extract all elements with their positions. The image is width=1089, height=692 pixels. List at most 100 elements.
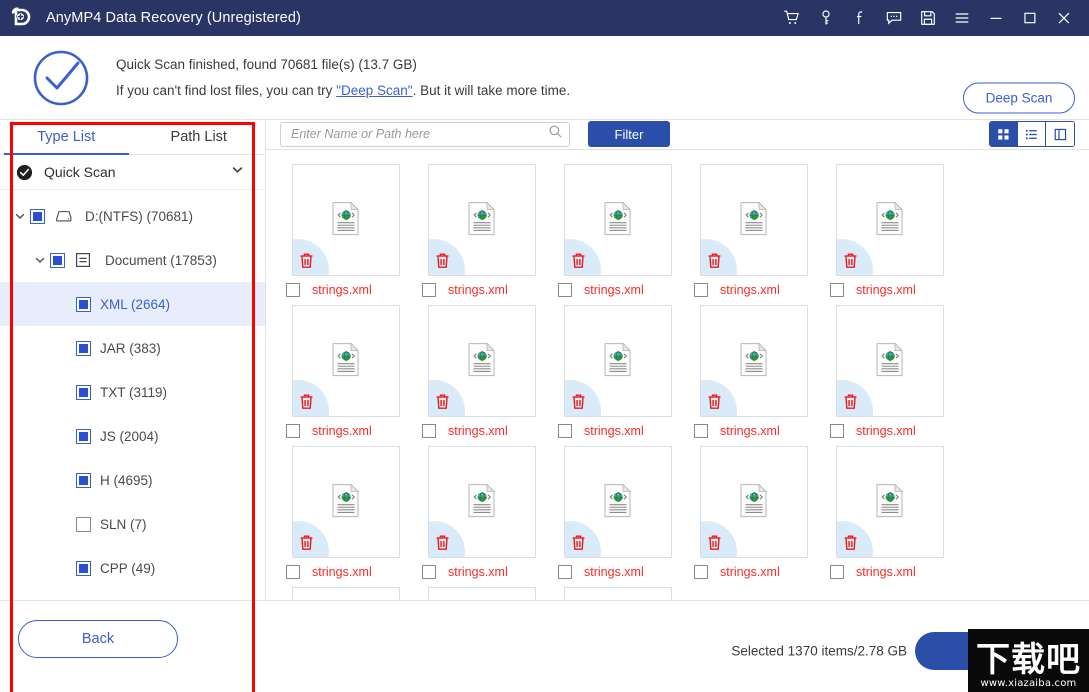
- file-card[interactable]: strings.xml: [278, 445, 414, 579]
- tree-item-d--ntfs-[interactable]: D:(NTFS) (70681): [0, 194, 265, 238]
- file-thumbnail[interactable]: [836, 163, 944, 276]
- file-select-checkbox[interactable]: [830, 423, 844, 438]
- tree-item-checkbox[interactable]: [76, 516, 91, 532]
- chevron-down-icon[interactable]: [10, 209, 30, 223]
- file-card[interactable]: strings.xml: [686, 163, 822, 297]
- file-thumbnail[interactable]: [292, 445, 400, 558]
- file-thumbnail[interactable]: [700, 304, 808, 417]
- menu-icon[interactable]: [945, 1, 979, 35]
- chevron-down-icon[interactable]: [30, 253, 50, 267]
- tree-item-xml[interactable]: XML (2664): [0, 282, 265, 327]
- tree-item-js[interactable]: JS (2004): [0, 414, 265, 458]
- file-card[interactable]: strings.xml: [278, 586, 414, 600]
- file-card[interactable]: strings.xml: [278, 304, 414, 438]
- tree-item-checkbox[interactable]: [76, 560, 91, 576]
- file-card[interactable]: strings.xml: [414, 445, 550, 579]
- file-card[interactable]: strings.xml: [550, 445, 686, 579]
- file-card[interactable]: strings.xml: [550, 586, 686, 600]
- search-icon[interactable]: [548, 124, 563, 144]
- tree-item-checkbox[interactable]: [76, 340, 91, 356]
- file-card-label-row: strings.xml: [278, 564, 414, 579]
- file-name-label: strings.xml: [312, 282, 372, 297]
- tree-item-checkbox[interactable]: [76, 472, 91, 488]
- filter-button[interactable]: Filter: [588, 121, 670, 148]
- file-select-checkbox[interactable]: [830, 564, 844, 579]
- tree-item-checkbox[interactable]: [30, 208, 45, 224]
- file-card[interactable]: strings.xml: [822, 445, 958, 579]
- facebook-icon[interactable]: [843, 1, 877, 35]
- file-select-checkbox[interactable]: [694, 423, 708, 438]
- close-icon[interactable]: [1047, 1, 1081, 35]
- tree-item-document[interactable]: Document (17853): [0, 238, 265, 282]
- tree-item-sln[interactable]: SLN (7): [0, 502, 265, 546]
- tree-item-cpp[interactable]: CPP (49): [0, 546, 265, 590]
- file-thumbnail[interactable]: [564, 586, 672, 600]
- file-card[interactable]: strings.xml: [822, 304, 958, 438]
- grid-view-button[interactable]: [990, 122, 1018, 147]
- list-view-button[interactable]: [1018, 122, 1046, 147]
- tree-item-txt[interactable]: TXT (3119): [0, 370, 265, 414]
- cart-icon[interactable]: [775, 1, 809, 35]
- watermark-url: www.xiazaiba.com: [980, 678, 1077, 689]
- scan-mode-row[interactable]: Quick Scan: [0, 155, 265, 191]
- file-thumbnail[interactable]: [292, 304, 400, 417]
- search-input[interactable]: [291, 127, 548, 142]
- file-thumbnail[interactable]: [836, 304, 944, 417]
- file-thumbnail[interactable]: [292, 163, 400, 276]
- file-thumbnail[interactable]: [700, 445, 808, 558]
- tab-path-list[interactable]: Path List: [133, 120, 266, 154]
- key-icon[interactable]: [809, 1, 843, 35]
- file-card[interactable]: strings.xml: [550, 304, 686, 438]
- file-card[interactable]: strings.xml: [550, 163, 686, 297]
- tree-item-checkbox[interactable]: [76, 296, 91, 312]
- file-card[interactable]: strings.xml: [686, 445, 822, 579]
- tree-item-h[interactable]: H (4695): [0, 458, 265, 502]
- file-select-checkbox[interactable]: [286, 282, 300, 297]
- file-select-checkbox[interactable]: [422, 423, 436, 438]
- file-card-label-row: strings.xml: [278, 282, 414, 297]
- file-thumbnail[interactable]: [700, 163, 808, 276]
- tree-item-checkbox[interactable]: [76, 428, 91, 444]
- file-select-checkbox[interactable]: [694, 564, 708, 579]
- file-card[interactable]: strings.xml: [686, 304, 822, 438]
- file-select-checkbox[interactable]: [558, 564, 572, 579]
- deep-scan-link[interactable]: "Deep Scan": [336, 83, 412, 98]
- file-card[interactable]: strings.xml: [414, 304, 550, 438]
- file-thumbnail[interactable]: [292, 586, 400, 600]
- search-box[interactable]: [280, 121, 570, 147]
- file-thumbnail[interactable]: [428, 304, 536, 417]
- file-select-checkbox[interactable]: [286, 423, 300, 438]
- file-card[interactable]: strings.xml: [414, 163, 550, 297]
- save-icon[interactable]: [911, 1, 945, 35]
- chevron-down-icon[interactable]: [230, 162, 245, 182]
- file-select-checkbox[interactable]: [694, 282, 708, 297]
- file-select-checkbox[interactable]: [558, 423, 572, 438]
- file-card[interactable]: strings.xml: [822, 163, 958, 297]
- file-thumbnail[interactable]: [836, 445, 944, 558]
- file-select-checkbox[interactable]: [422, 282, 436, 297]
- file-select-checkbox[interactable]: [830, 282, 844, 297]
- recover-button[interactable]: Recover: [915, 632, 1075, 670]
- back-button[interactable]: Back: [18, 619, 178, 658]
- feedback-icon[interactable]: [877, 1, 911, 35]
- file-select-checkbox[interactable]: [286, 564, 300, 579]
- maximize-icon[interactable]: [1013, 1, 1047, 35]
- detail-view-button[interactable]: [1046, 122, 1074, 147]
- file-thumbnail[interactable]: [564, 445, 672, 558]
- tree-item-jar[interactable]: JAR (383): [0, 326, 265, 370]
- tree-item-checkbox[interactable]: [76, 384, 91, 400]
- file-card[interactable]: strings.xml: [278, 163, 414, 297]
- file-thumbnail[interactable]: [428, 586, 536, 600]
- file-select-checkbox[interactable]: [422, 564, 436, 579]
- file-select-checkbox[interactable]: [558, 282, 572, 297]
- file-thumbnail[interactable]: [428, 163, 536, 276]
- tree-item-checkbox[interactable]: [50, 252, 65, 268]
- file-card[interactable]: strings.xml: [414, 586, 550, 600]
- minimize-icon[interactable]: [979, 1, 1013, 35]
- tree-item-shr[interactable]: SHR (1): [0, 590, 265, 600]
- deep-scan-button[interactable]: Deep Scan: [963, 82, 1075, 114]
- file-thumbnail[interactable]: [564, 304, 672, 417]
- tab-type-list[interactable]: Type List: [0, 120, 133, 156]
- file-thumbnail[interactable]: [564, 163, 672, 276]
- file-thumbnail[interactable]: [428, 445, 536, 558]
